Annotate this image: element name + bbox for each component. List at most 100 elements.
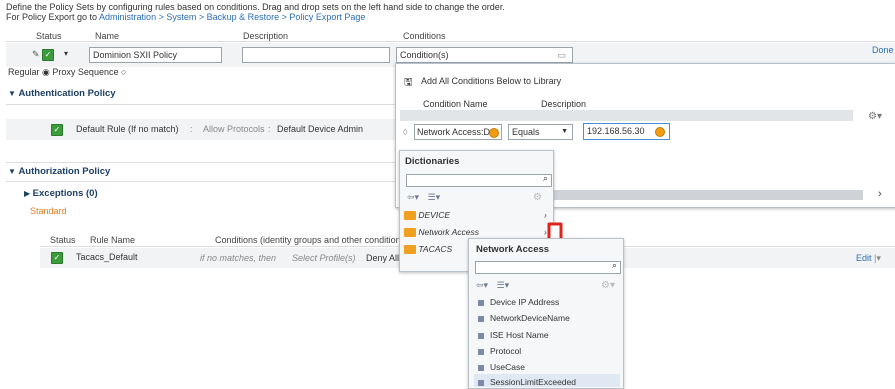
intro-export-line: For Policy Export go to Administration >… (6, 12, 505, 22)
authz-header-conditions: Conditions (identity groups and other co… (215, 235, 406, 245)
default-rule-check-icon[interactable]: ✓ (51, 124, 63, 136)
attribute-item[interactable]: Protocol (478, 346, 521, 356)
select-profile-label[interactable]: Select Profile(s) (292, 253, 356, 263)
condition-description-column: Description (541, 99, 587, 109)
list-view-icon[interactable]: ☰▾ (497, 280, 510, 290)
operator-select[interactable]: Equals ▼ (508, 124, 573, 140)
attribute-select[interactable]: Network Access:D (414, 124, 502, 140)
folder-icon (404, 245, 416, 255)
value-picker-icon[interactable] (655, 127, 665, 137)
attribute-item-label: Protocol (490, 346, 522, 356)
dictionary-item[interactable]: DEVICE › (404, 210, 547, 221)
attribute-icon (478, 299, 484, 306)
attribute-item-label: NetworkDeviceName (490, 313, 570, 323)
expand-icon: ▶ (24, 189, 31, 198)
list-view-icon[interactable]: ☰▾ (428, 192, 441, 202)
mode-selector: Regular ◉ Proxy Sequence ○ (8, 67, 126, 78)
operator-value: Equals (512, 127, 540, 137)
attribute-item-label: Device IP Address (490, 297, 560, 307)
default-device-admin-label[interactable]: Default Device Admin (277, 124, 363, 134)
authz-divider (6, 181, 396, 182)
policy-description-input[interactable] (242, 47, 390, 63)
add-all-conditions-button[interactable]: Add All Conditions Below to Library (421, 76, 561, 86)
policy-name-input[interactable]: Dominion SXII Policy (89, 47, 222, 63)
auth-divider (6, 104, 396, 105)
header-status: Status (36, 31, 62, 41)
conditions-dropdown[interactable]: Condition(s) ▭ (396, 47, 573, 63)
pencil-icon[interactable]: ✎ (32, 49, 40, 60)
back-arrow-icon[interactable]: ⇦▾ (407, 192, 419, 202)
header-conditions: Conditions (403, 31, 446, 41)
if-no-match-label: if no matches, then (200, 253, 277, 263)
colon-separator: : (268, 124, 271, 134)
dictionary-item-label: TACACS (418, 244, 453, 254)
chevron-down-icon: |▾ (874, 253, 881, 263)
attribute-value: Network Access:D (417, 127, 491, 137)
folder-icon (404, 211, 416, 221)
condition-name-bar[interactable] (400, 110, 853, 121)
attribute-item[interactable]: SessionLimitExceeded (478, 377, 576, 387)
intro-export-prefix: For Policy Export go to (6, 12, 100, 22)
policy-export-link[interactable]: Administration > System > Backup & Resto… (99, 12, 365, 22)
collapse-icon: ▼ (8, 167, 16, 176)
attribute-item[interactable]: Device IP Address (478, 297, 559, 307)
rule-status-check-icon[interactable]: ✓ (51, 252, 63, 264)
exceptions-toggle[interactable]: ▶ Exceptions (0) (24, 188, 98, 199)
authorization-section-header[interactable]: ▼ Authorization Policy (8, 166, 110, 177)
edit-label: Edit (856, 253, 872, 263)
value-input[interactable]: 192.168.56.30 (583, 123, 670, 140)
attribute-icon (478, 348, 484, 355)
status-check-icon[interactable]: ✓ (42, 49, 54, 61)
gear-icon[interactable]: ⚙ (533, 192, 542, 203)
attribute-icon (478, 315, 484, 322)
attribute-item-label: ISE Host Name (490, 330, 549, 340)
regular-label: Regular (8, 67, 40, 77)
attribute-item[interactable]: UseCase (478, 362, 525, 372)
back-arrow-icon[interactable]: ⇦▾ (476, 280, 488, 290)
folder-icon (404, 228, 416, 238)
intro-line: Define the Policy Sets by configuring ru… (6, 2, 505, 12)
search-icon[interactable]: ⌕ (543, 173, 548, 184)
authz-header-status: Status (50, 235, 76, 245)
authentication-title: Authentication Policy (18, 88, 116, 99)
dictionaries-search-input[interactable]: ⌕ (406, 173, 552, 187)
attribute-item[interactable]: ISE Host Name (478, 330, 549, 340)
authz-header-rule-name: Rule Name (90, 235, 136, 245)
allow-protocols-label: Allow Protocols (203, 124, 265, 134)
gear-icon[interactable]: ⚙▾ (601, 280, 615, 291)
dictionary-item-label: Network Access (418, 227, 479, 237)
done-link[interactable]: Done (872, 45, 894, 55)
scroll-right-icon[interactable]: › (878, 188, 882, 200)
horizontal-scrollbar[interactable] (553, 190, 863, 200)
collapse-icon: ▼ (8, 89, 16, 98)
header-description: Description (243, 31, 289, 41)
colon-separator: : (190, 124, 193, 134)
dictionary-item[interactable]: TACACS (404, 244, 453, 255)
gear-icon[interactable]: ⚙▾ (868, 111, 882, 122)
attribute-item[interactable]: NetworkDeviceName (478, 313, 570, 323)
proxy-sequence-radio[interactable]: ○ (121, 67, 126, 77)
chevron-right-icon: › (544, 210, 547, 220)
proxy-sequence-label: Proxy Sequence (52, 67, 119, 77)
attribute-picker-icon[interactable] (489, 128, 499, 138)
network-access-title: Network Access (476, 244, 550, 255)
save-icon[interactable]: 🖫 (404, 75, 413, 92)
attribute-item-label: SessionLimitExceeded (490, 377, 576, 387)
chevron-down-icon[interactable]: ▾ (64, 49, 68, 58)
network-access-toolbar: ⇦▾ ☰▾ (476, 280, 509, 291)
attribute-icon (478, 364, 484, 371)
authorization-title: Authorization Policy (18, 166, 111, 177)
intro-text: Define the Policy Sets by configuring ru… (6, 2, 505, 22)
search-icon[interactable]: ⌕ (612, 260, 617, 271)
attribute-icon (478, 332, 484, 339)
drag-handle-icon[interactable]: ◊ (403, 127, 407, 137)
network-access-search-input[interactable]: ⌕ (475, 260, 621, 274)
dictionaries-title: Dictionaries (405, 156, 460, 167)
authentication-section-header[interactable]: ▼ Authentication Policy (8, 88, 116, 99)
dictionary-item[interactable]: Network Access › (404, 227, 547, 238)
edit-link[interactable]: Edit |▾ (856, 253, 881, 264)
regular-radio[interactable]: ◉ (42, 67, 50, 77)
collapse-handle-icon[interactable]: ▭ (557, 48, 566, 62)
exceptions-label: Exceptions (0) (32, 188, 98, 199)
dictionaries-toolbar: ⇦▾ ☰▾ (407, 192, 440, 203)
